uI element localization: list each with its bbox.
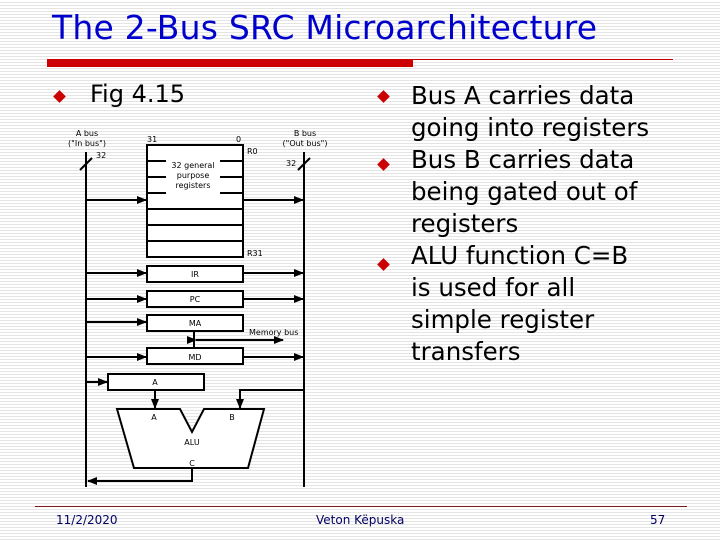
a-bus-sublabel: ("In bus") [68,139,106,148]
a-bus-width: 32 [96,151,106,160]
ir-label: IR [191,270,199,279]
footer-date: 11/2/2020 [56,513,118,527]
a-bus-label: A bus [76,129,98,138]
ma-label: MA [189,319,202,328]
regfile-label-line: 32 general [171,161,214,170]
md-label: MD [188,353,201,362]
b-bus-sublabel: ("Out bus") [283,139,328,148]
b-bus-width: 32 [286,159,296,168]
r0-label: R0 [247,147,258,156]
footer-page-number: 57 [650,513,666,527]
pc-label: PC [190,295,201,304]
r31-label: R31 [247,249,263,258]
alu-input-b-label: B [229,413,235,422]
footer-divider [35,506,687,507]
a-register-label: A [152,378,158,387]
alu-output-arrow [87,468,193,485]
b-bus-label: B bus [294,129,316,138]
footer-author: Veton Këpuska [316,513,405,527]
alu-label: ALU [184,438,200,447]
alu-output-label: C [189,459,195,468]
regfile-label-line: registers [175,181,210,190]
memory-bus-label: Memory bus [249,328,298,337]
src-2bus-diagram: A bus ("In bus") 32 B bus ("Out bus") 32… [68,129,328,487]
reg-lsb-label: 0 [236,135,241,144]
regfile-label-line: purpose [177,171,210,180]
alu-input-a-label: A [151,413,157,422]
reg-msb-label: 31 [147,135,157,144]
